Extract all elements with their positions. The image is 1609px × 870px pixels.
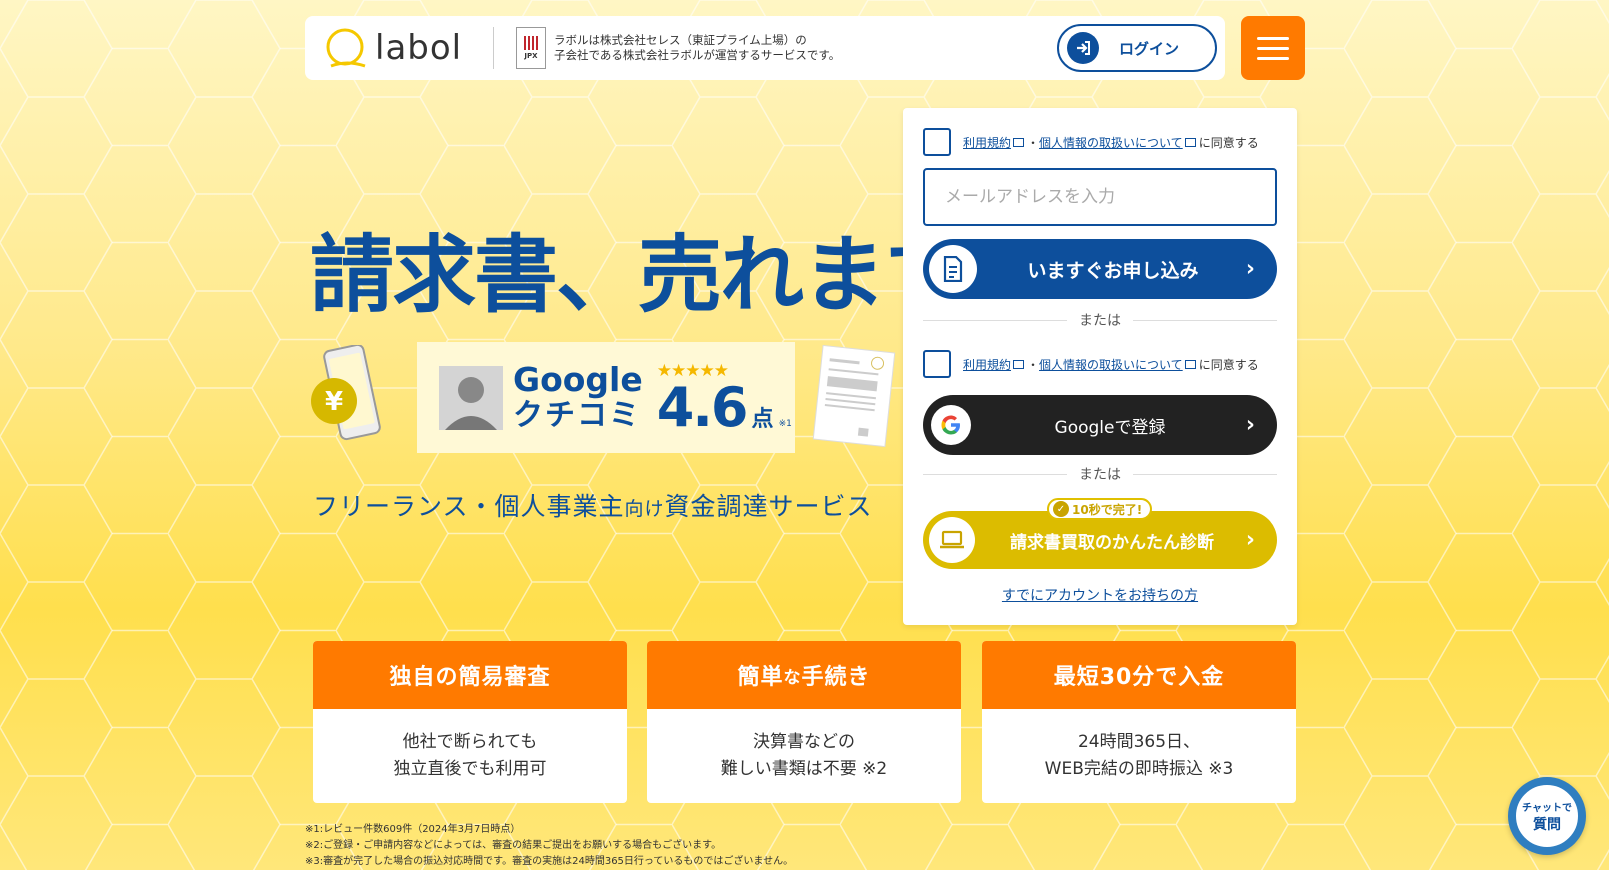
feature-title-text: 簡単 bbox=[737, 665, 784, 690]
invoice-document-illustration bbox=[812, 345, 896, 447]
feature-title-text: 手続き bbox=[801, 665, 871, 690]
external-link-icon bbox=[1184, 359, 1196, 369]
jpx-label: JPX bbox=[524, 52, 538, 60]
footnote-2: ※2:ご登録・ご申請内容などによっては、審査の結果ご提出をお願いする場合もござい… bbox=[305, 840, 722, 851]
company-note-line2: 子会社である株式会社ラボルが運営するサービスです。 bbox=[554, 48, 841, 62]
privacy-link[interactable]: 個人情報の取扱いについて bbox=[1039, 134, 1183, 151]
feature-body: 決算書などの 難しい書類は不要 ※2 bbox=[647, 709, 961, 803]
rating-value: 4.6 bbox=[656, 375, 749, 439]
external-link-icon bbox=[1013, 359, 1025, 369]
feature-card-procedure: 簡単な手続き 決算書などの 難しい書類は不要 ※2 bbox=[647, 641, 961, 803]
chevron-right-icon: › bbox=[1245, 527, 1255, 553]
chat-line1: チャットで bbox=[1522, 802, 1572, 814]
agree-checkbox-google[interactable] bbox=[923, 350, 951, 378]
agree-checkbox-email[interactable] bbox=[923, 128, 951, 156]
login-label: ログイン bbox=[1119, 39, 1180, 58]
or-label: または bbox=[1079, 467, 1121, 483]
external-link-icon bbox=[1184, 137, 1196, 147]
feature-title-text: 独自の簡易審査 bbox=[389, 665, 551, 690]
diagnosis-label: 請求書買取のかんたん診断 bbox=[1010, 532, 1214, 553]
tagline-part-a: フリーランス・個人事業主 bbox=[313, 492, 625, 521]
agree-suffix: に同意する bbox=[1198, 135, 1259, 150]
chat-line2: 質問 bbox=[1533, 816, 1561, 833]
feature-body: 24時間365日、 WEB完結の即時振込 ※3 bbox=[982, 709, 1296, 803]
review-kuchikomi: クチコミ bbox=[513, 397, 641, 433]
apply-now-button[interactable]: いますぐお申し込み › bbox=[923, 239, 1277, 299]
chevron-right-icon: › bbox=[1245, 412, 1255, 438]
hamburger-menu-button[interactable] bbox=[1241, 16, 1305, 80]
feature-title: 独自の簡易審査 bbox=[313, 641, 627, 709]
terms-link[interactable]: 利用規約 bbox=[963, 356, 1011, 373]
privacy-link[interactable]: 個人情報の取扱いについて bbox=[1039, 356, 1183, 373]
review-google-title: Google bbox=[513, 359, 643, 399]
separator-dot: ・ bbox=[1027, 357, 1040, 372]
phone-yen-illustration: ¥ bbox=[311, 345, 381, 441]
login-button[interactable]: ログイン bbox=[1057, 24, 1217, 72]
feature-card-payout: 最短30分で入金 24時間365日、 WEB完結の即時振込 ※3 bbox=[982, 641, 1296, 803]
hero-headline: 請求書、売れます bbox=[310, 226, 968, 324]
hero-tagline: フリーランス・個人事業主向け資金調達サービス bbox=[313, 487, 873, 523]
agree-row-google: 利用規約 ・ 個人情報の取扱いについて に同意する bbox=[923, 350, 1259, 378]
feature-line2: WEB完結の即時振込 ※3 bbox=[1044, 759, 1234, 779]
footnote-3: ※3:審査が完了した場合の振込対応時間です。審査の実施は24時間365日行ってい… bbox=[305, 856, 794, 867]
rating-note: ※1 bbox=[778, 418, 792, 429]
svg-text:¥: ¥ bbox=[325, 387, 343, 417]
or-divider: または bbox=[923, 310, 1277, 330]
site-header: labol JPX ラボルは株式会社セレス（東証プライム上場）の 子会社である株… bbox=[305, 16, 1225, 80]
feature-line1: 他社で断られても bbox=[402, 732, 538, 752]
external-link-icon bbox=[1013, 137, 1025, 147]
logo-mark-icon bbox=[326, 28, 366, 68]
speed-badge: ✓ 10秒で完了! bbox=[1047, 498, 1153, 520]
agree-suffix: に同意する bbox=[1198, 357, 1259, 372]
company-note-line1: ラボルは株式会社セレス（東証プライム上場）の bbox=[554, 33, 807, 47]
chevron-right-icon: › bbox=[1245, 256, 1255, 282]
document-icon bbox=[929, 245, 977, 293]
chat-button[interactable]: チャットで 質問 bbox=[1508, 777, 1586, 855]
email-input[interactable] bbox=[923, 168, 1277, 226]
feature-title-particle: な bbox=[783, 667, 802, 688]
terms-link[interactable]: 利用規約 bbox=[963, 134, 1011, 151]
header-divider bbox=[493, 27, 494, 69]
have-account-link[interactable]: すでにアカウントをお持ちの方 bbox=[1002, 588, 1198, 604]
rating-block: ★★★★★ 4.6 点 ※1 bbox=[657, 361, 792, 435]
feature-line2: 独立直後でも利用可 bbox=[393, 759, 547, 779]
company-note: ラボルは株式会社セレス（東証プライム上場）の 子会社である株式会社ラボルが運営す… bbox=[554, 33, 840, 63]
rating-unit: 点 bbox=[751, 406, 774, 432]
jpx-prime-badge: JPX bbox=[516, 27, 546, 69]
feature-line1: 24時間365日、 bbox=[1077, 732, 1201, 752]
feature-line1: 決算書などの bbox=[753, 732, 855, 752]
feature-title: 簡単な手続き bbox=[647, 641, 961, 709]
footnote-1: ※1:レビュー件数609件（2024年3月7日時点） bbox=[305, 824, 521, 835]
check-icon: ✓ bbox=[1053, 501, 1069, 517]
laptop-icon bbox=[929, 517, 975, 563]
logo-text: labol bbox=[375, 28, 463, 68]
speed-badge-label: 10秒で完了! bbox=[1072, 502, 1143, 517]
google-signup-button[interactable]: Googleで登録 › bbox=[923, 395, 1277, 455]
footnotes: ※1:レビュー件数609件（2024年3月7日時点） ※2:ご登録・ご申請内容な… bbox=[305, 822, 793, 870]
feature-title: 最短30分で入金 bbox=[982, 641, 1296, 709]
signup-form-panel: 利用規約 ・ 個人情報の取扱いについて に同意する いますぐお申し込み › また… bbox=[903, 108, 1297, 625]
agree-row-email: 利用規約 ・ 個人情報の取扱いについて に同意する bbox=[923, 128, 1259, 156]
feature-body: 他社で断られても 独立直後でも利用可 bbox=[313, 709, 627, 803]
chat-bubble-icon: チャットで 質問 bbox=[1514, 783, 1580, 849]
google-signup-label: Googleで登録 bbox=[1054, 417, 1166, 438]
feature-line2: 難しい書類は不要 ※2 bbox=[720, 759, 888, 779]
tagline-part-b: 向け bbox=[624, 498, 665, 520]
login-icon bbox=[1067, 32, 1099, 64]
have-account-row: すでにアカウントをお持ちの方 bbox=[903, 585, 1297, 605]
or-label: または bbox=[1079, 313, 1121, 329]
apply-label: いますぐお申し込み bbox=[1027, 259, 1199, 282]
separator-dot: ・ bbox=[1027, 135, 1040, 150]
labol-logo[interactable]: labol bbox=[325, 26, 475, 70]
or-divider: または bbox=[923, 464, 1277, 484]
reviewer-avatar bbox=[439, 365, 503, 430]
google-g-icon bbox=[931, 405, 971, 445]
feature-title-text: 最短30分で入金 bbox=[1053, 665, 1225, 690]
tagline-part-c: 資金調達サービス bbox=[664, 492, 873, 521]
google-review-card: Google クチコミ ★★★★★ 4.6 点 ※1 bbox=[417, 342, 795, 453]
feature-card-screening: 独自の簡易審査 他社で断られても 独立直後でも利用可 bbox=[313, 641, 627, 803]
